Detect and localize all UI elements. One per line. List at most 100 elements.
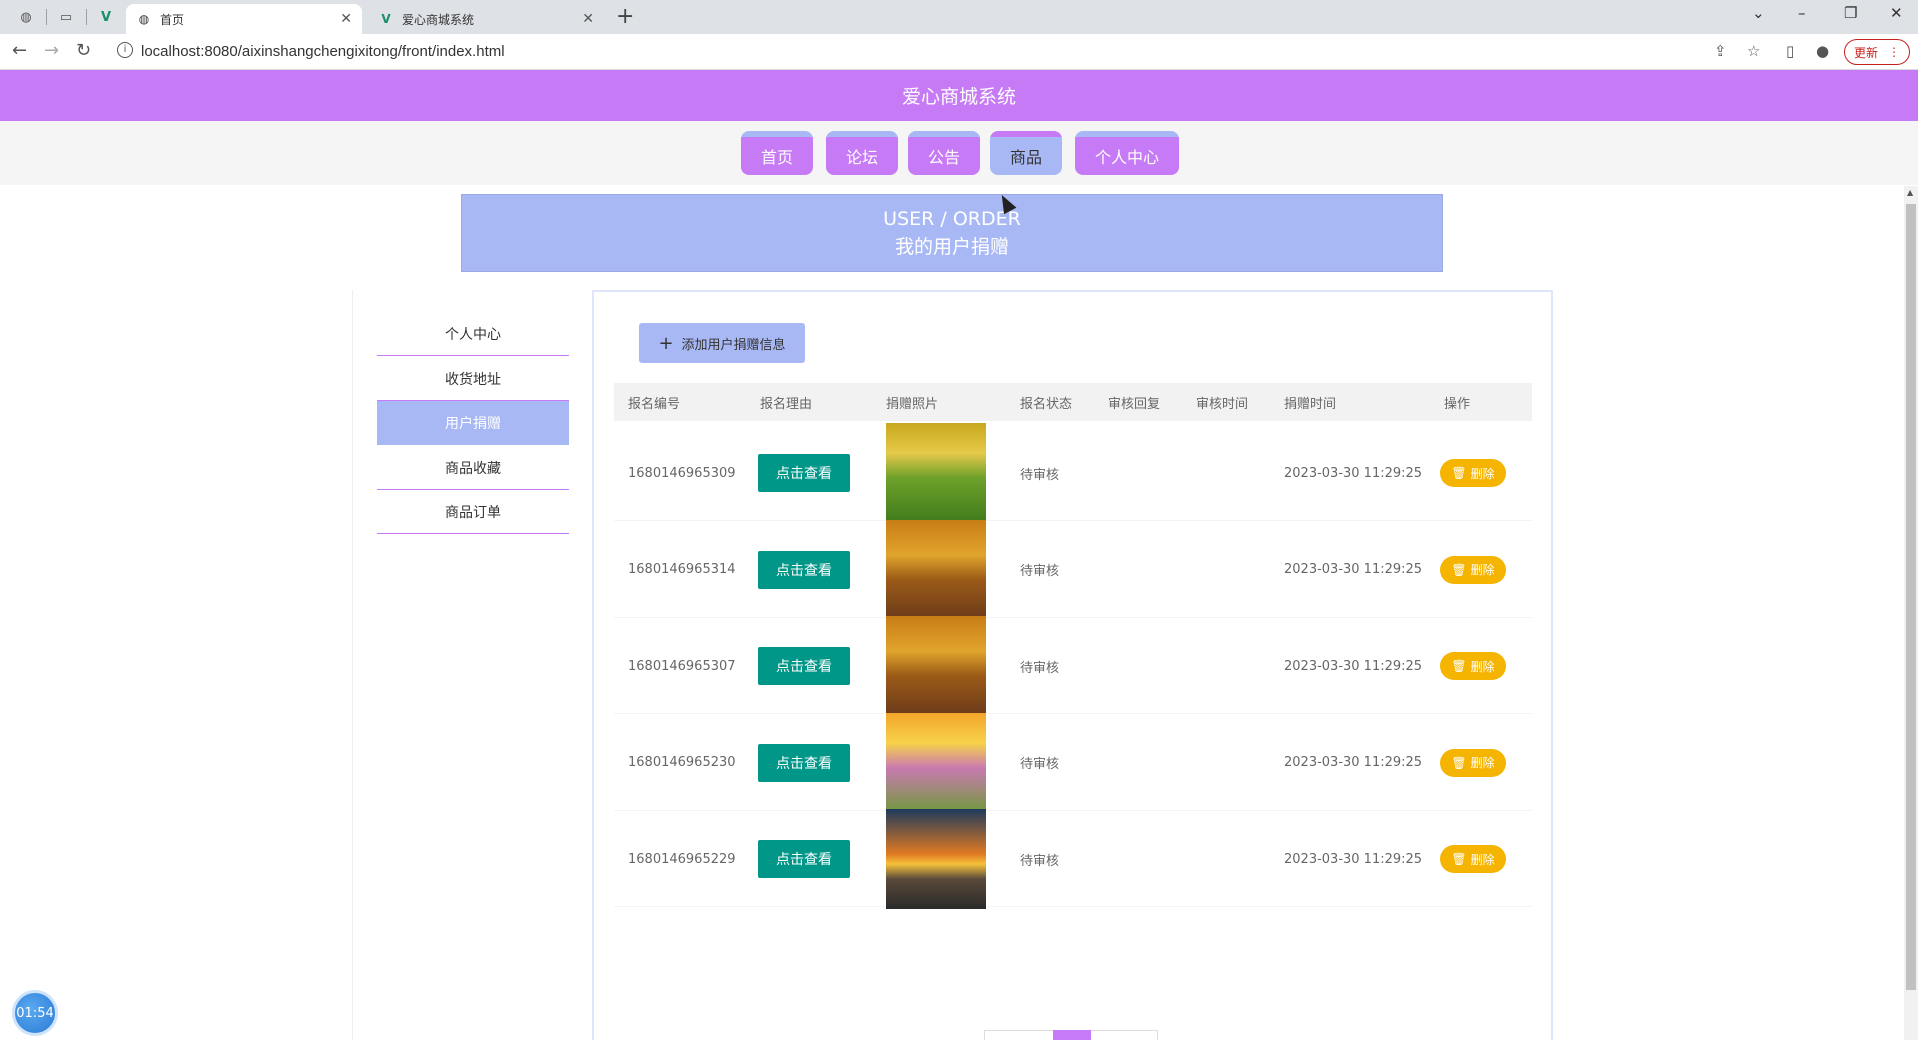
sidebar-item-personal-center[interactable]: 个人中心 <box>377 312 569 356</box>
banner-title-zh: 我的用户捐赠 <box>894 236 1009 258</box>
view-reason-button[interactable]: 点击查看 <box>758 550 850 589</box>
donate-time: 2023-03-30 11:29:25 <box>1284 562 1423 577</box>
update-label: 更新 <box>1853 45 1878 60</box>
delete-label: 删除 <box>1470 563 1495 577</box>
blank-page-icon[interactable]: ▭ <box>52 6 80 28</box>
star-icon[interactable]: ☆ <box>1747 42 1760 60</box>
main-nav: 首页 论坛 公告 商品 个人中心 <box>0 121 1918 185</box>
tab-title: 首页 <box>160 12 185 27</box>
donation-photo <box>886 616 986 716</box>
delete-button[interactable]: 🗑 删除 <box>1440 748 1506 777</box>
chevron-down-icon[interactable]: ⌄ <box>1752 4 1765 22</box>
new-tab-icon[interactable]: + <box>616 4 634 29</box>
profile-icon[interactable]: ● <box>1816 42 1829 60</box>
site-title: 爱心商城系统 <box>901 86 1016 108</box>
column-header: 报名状态 <box>1020 396 1073 412</box>
current-page[interactable] <box>1053 1030 1091 1040</box>
nav-goods[interactable]: 商品 <box>990 131 1062 175</box>
delete-button[interactable]: 🗑 删除 <box>1440 555 1506 584</box>
view-reason-button[interactable]: 点击查看 <box>758 840 850 878</box>
column-header: 审核回复 <box>1108 396 1161 412</box>
nav-personal-center[interactable]: 个人中心 <box>1075 131 1179 175</box>
globe-icon: ◍ <box>138 12 150 26</box>
status-text: 待审核 <box>1020 467 1060 483</box>
table-row: 1680146965229 点击查看 待审核 2023-03-30 11:29:… <box>614 809 1532 909</box>
add-donation-button[interactable]: + 添加用户捐赠信息 <box>639 323 805 363</box>
restore-icon[interactable]: ❐ <box>1844 4 1857 22</box>
reload-icon[interactable]: ↻ <box>76 40 91 61</box>
delete-label: 删除 <box>1470 756 1495 770</box>
column-header: 操作 <box>1444 396 1471 412</box>
donation-id: 1680146965309 <box>628 465 736 481</box>
tab-title: 爱心商城系统 <box>402 12 475 27</box>
more-icon: ⋮ <box>1888 45 1900 59</box>
column-header: 报名编号 <box>628 396 681 412</box>
column-header: 捐赠照片 <box>886 396 939 412</box>
delete-button[interactable]: 🗑 删除 <box>1440 845 1506 873</box>
donation-id: 1680146965230 <box>628 755 736 770</box>
browser-tab-strip: ◍ ▭ V ◍ 首页 ✕ V 爱心商城系统 ✕ + ⌄ – ❐ ✕ <box>0 0 1918 34</box>
column-header: 报名理由 <box>760 396 813 412</box>
donation-photo <box>886 809 986 909</box>
delete-label: 删除 <box>1470 659 1495 674</box>
tab-home[interactable]: ◍ 首页 ✕ <box>126 4 362 34</box>
info-icon[interactable]: i <box>117 42 133 58</box>
banner-title-en: USER / ORDER <box>883 208 1021 230</box>
column-header: 审核时间 <box>1196 396 1249 412</box>
column-header: 捐赠时间 <box>1284 396 1337 412</box>
view-reason-button[interactable]: 点击查看 <box>758 743 850 782</box>
delete-button[interactable]: 🗑 删除 <box>1440 459 1506 487</box>
trash-icon: 🗑 <box>1451 852 1467 866</box>
timer-badge[interactable]: 01:54 <box>12 990 58 1036</box>
table-row: 1680146965307 点击查看 待审核 2023-03-30 11:29:… <box>614 616 1532 716</box>
donate-time: 2023-03-30 11:29:25 <box>1284 851 1423 867</box>
close-icon[interactable]: ✕ <box>340 11 352 27</box>
table-row: 1680146965309 点击查看 待审核 2023-03-30 11:29:… <box>614 423 1532 523</box>
window-close-icon[interactable]: ✕ <box>1890 4 1903 22</box>
close-icon[interactable]: ✕ <box>582 11 594 27</box>
tab-divider <box>86 9 87 25</box>
trash-icon: 🗑 <box>1451 755 1467 770</box>
sidebar-item-favorites[interactable]: 商品收藏 <box>377 446 569 490</box>
view-reason-button[interactable]: 点击查看 <box>758 647 850 685</box>
sidebar-item-address[interactable]: 收货地址 <box>377 357 569 401</box>
donate-time: 2023-03-30 11:29:25 <box>1284 658 1423 674</box>
page-banner: USER / ORDER 我的用户捐赠 <box>461 194 1443 272</box>
donation-id: 1680146965307 <box>628 658 736 674</box>
back-icon[interactable]: ← <box>12 40 27 61</box>
update-button[interactable]: 更新 ⋮ <box>1844 39 1910 65</box>
tab-site[interactable]: V 爱心商城系统 ✕ <box>368 4 604 34</box>
globe-icon[interactable]: ◍ <box>12 6 40 28</box>
sidebar-item-orders[interactable]: 商品订单 <box>377 490 569 534</box>
add-donation-label: 添加用户捐赠信息 <box>681 337 786 353</box>
delete-label: 删除 <box>1470 466 1495 481</box>
nav-home[interactable]: 首页 <box>741 131 813 175</box>
scrollbar-thumb[interactable] <box>1906 204 1916 990</box>
nav-notice[interactable]: 公告 <box>908 131 980 175</box>
delete-label: 删除 <box>1470 852 1495 867</box>
sidebar-item-donation[interactable]: 用户捐赠 <box>377 401 569 445</box>
side-panel-icon[interactable]: ▯ <box>1786 42 1794 60</box>
donation-photo <box>886 423 986 523</box>
donation-photo <box>886 712 986 813</box>
trash-icon: 🗑 <box>1451 562 1467 577</box>
delete-button[interactable]: 🗑 删除 <box>1440 652 1506 680</box>
forward-icon[interactable]: → <box>44 40 59 61</box>
status-text: 待审核 <box>1020 757 1060 772</box>
url-field[interactable]: localhost:8080/aixinshangchengixitong/fr… <box>141 43 505 60</box>
nav-forum[interactable]: 论坛 <box>826 131 898 175</box>
site-title-bar: 爱心商城系统 <box>0 70 1918 121</box>
vue-icon: V <box>381 12 391 26</box>
share-icon[interactable]: ⇪ <box>1714 42 1727 60</box>
donation-photo <box>886 519 986 620</box>
address-bar: ← → ↻ i localhost:8080/aixinshangchengix… <box>0 34 1918 70</box>
vue-icon[interactable]: V <box>92 6 120 28</box>
table-row: 1680146965230 点击查看 待审核 2023-03-30 11:29:… <box>614 712 1532 813</box>
minimize-icon[interactable]: – <box>1798 4 1806 22</box>
scroll-up-icon[interactable]: ▲ <box>1907 188 1913 197</box>
donate-time: 2023-03-30 11:29:25 <box>1284 465 1423 481</box>
pagination <box>984 1030 1158 1040</box>
status-text: 待审核 <box>1020 853 1060 869</box>
sidebar: 个人中心 收货地址 用户捐赠 商品收藏 商品订单 <box>352 290 592 1040</box>
view-reason-button[interactable]: 点击查看 <box>758 454 850 492</box>
